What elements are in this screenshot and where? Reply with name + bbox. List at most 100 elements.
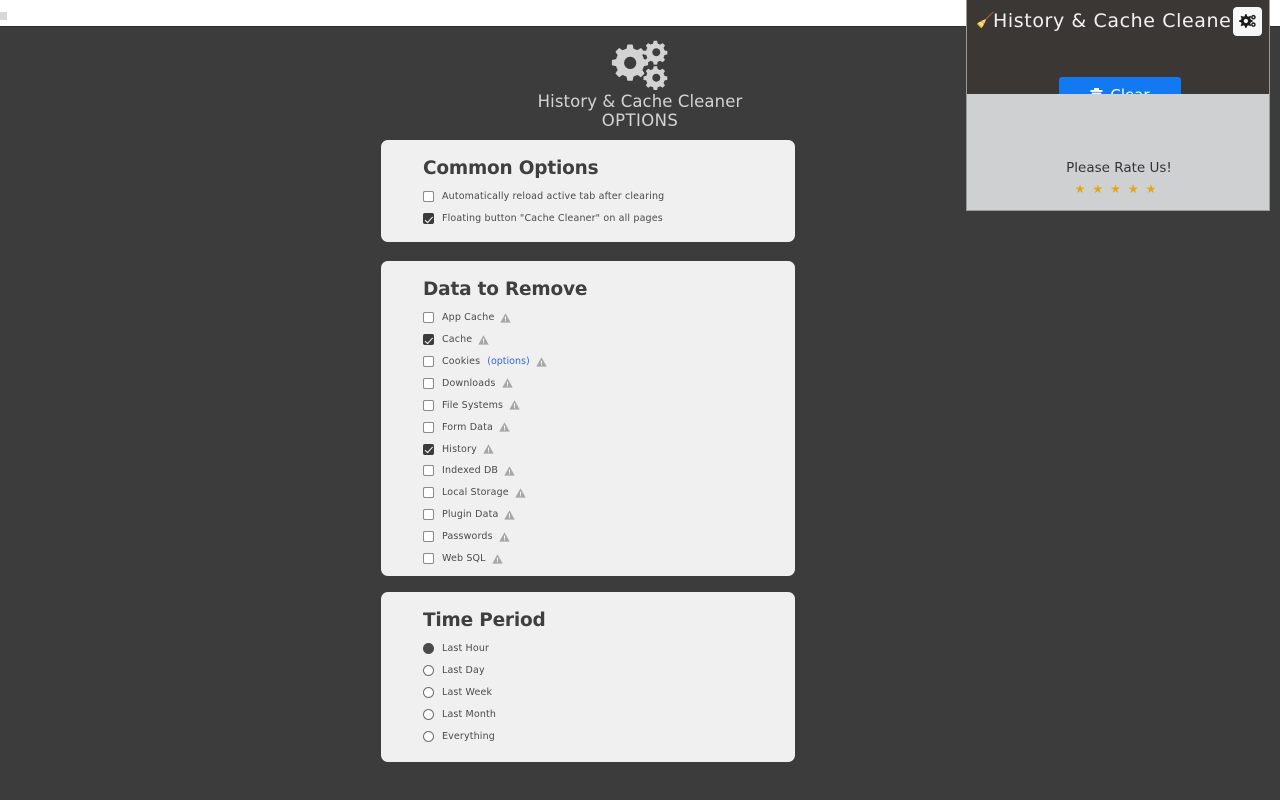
data-option-label: Cache bbox=[442, 334, 473, 346]
rate-us-text: Please Rate Us! bbox=[1066, 160, 1172, 176]
warning-icon-wrap bbox=[504, 510, 516, 520]
common-option-checkbox[interactable] bbox=[423, 191, 434, 203]
warning-icon bbox=[478, 334, 489, 345]
warning-icon-wrap bbox=[500, 313, 512, 323]
gear-settings-icon bbox=[1238, 13, 1256, 28]
warning-icon bbox=[499, 422, 510, 432]
data-option-label: Indexed DB bbox=[442, 465, 499, 477]
data-option-checkbox[interactable] bbox=[423, 399, 434, 411]
warning-icon bbox=[483, 444, 494, 454]
common-options-list: Automatically reload active tab after cl… bbox=[381, 179, 795, 227]
warning-icon bbox=[515, 488, 526, 498]
data-option-label: Downloads bbox=[442, 377, 496, 389]
data-option-checkbox[interactable] bbox=[423, 312, 434, 324]
warning-icon-wrap bbox=[501, 378, 513, 389]
data-option-checkbox[interactable] bbox=[423, 356, 434, 368]
time-period-radio[interactable] bbox=[423, 687, 434, 699]
broom-icon: 🧹 bbox=[976, 11, 995, 29]
warning-icon bbox=[504, 510, 516, 520]
common-option-label: Automatically reload active tab after cl… bbox=[442, 191, 665, 203]
time-period-label: Last Month bbox=[442, 708, 497, 720]
browser-tab-nub bbox=[0, 12, 7, 20]
popup-header: 🧹 History & Cache Cleaner bbox=[967, 0, 1269, 113]
data-option-row[interactable]: Indexed DB bbox=[381, 462, 795, 480]
time-period-row[interactable]: Last Day bbox=[381, 662, 795, 680]
data-option-checkbox[interactable] bbox=[423, 377, 434, 389]
data-option-label: History bbox=[442, 443, 477, 455]
warning-icon-wrap bbox=[491, 553, 503, 564]
data-to-remove-title: Data to Remove bbox=[423, 279, 588, 300]
extension-popup: 🧹 History & Cache Cleaner Please Rate Us… bbox=[966, 0, 1270, 211]
star-icon[interactable]: ★ bbox=[1128, 182, 1146, 196]
warning-icon bbox=[498, 531, 510, 542]
time-period-title: Time Period bbox=[423, 610, 546, 631]
data-option-label: App Cache bbox=[442, 312, 495, 324]
time-period-row[interactable]: Everything bbox=[381, 728, 795, 746]
star-icon[interactable]: ★ bbox=[1110, 182, 1128, 196]
common-option-label: Floating button "Cache Cleaner" on all p… bbox=[442, 213, 663, 225]
star-icon[interactable]: ★ bbox=[1146, 182, 1164, 196]
time-period-row[interactable]: Last Month bbox=[381, 706, 795, 724]
data-option-row[interactable]: Form Data bbox=[381, 418, 795, 436]
data-option-checkbox[interactable] bbox=[423, 487, 434, 499]
warning-icon-wrap bbox=[509, 400, 520, 410]
data-option-label: Passwords bbox=[442, 531, 493, 543]
data-to-remove-card: Data to Remove App Cache Cache Cookies (opt… bbox=[381, 261, 795, 576]
time-period-radio[interactable] bbox=[423, 708, 434, 720]
time-period-radio[interactable] bbox=[423, 665, 434, 677]
data-option-row[interactable]: Web SQL bbox=[381, 550, 795, 568]
star-icon[interactable]: ★ bbox=[1075, 182, 1093, 196]
time-period-radio[interactable] bbox=[423, 730, 434, 742]
data-option-checkbox[interactable] bbox=[423, 509, 434, 521]
data-to-remove-list: App Cache Cache Cookies (options) Downloads F… bbox=[381, 300, 795, 567]
time-period-row[interactable]: Last Week bbox=[381, 684, 795, 702]
common-options-card: Common Options Automatically reload acti… bbox=[381, 140, 795, 242]
common-option-checkbox[interactable] bbox=[423, 213, 434, 225]
time-period-row[interactable]: Last Hour bbox=[381, 640, 795, 658]
warning-icon bbox=[500, 313, 512, 323]
common-options-title: Common Options bbox=[423, 158, 599, 179]
warning-icon-wrap bbox=[478, 334, 489, 345]
popup-title: History & Cache Cleaner bbox=[993, 10, 1240, 32]
data-option-checkbox[interactable] bbox=[423, 334, 434, 346]
warning-icon bbox=[501, 378, 513, 389]
data-option-label: Plugin Data bbox=[442, 509, 499, 521]
data-option-row[interactable]: Cookies (options) bbox=[381, 353, 795, 371]
time-period-radio[interactable] bbox=[423, 643, 434, 655]
gears-icon bbox=[611, 40, 668, 90]
data-option-row[interactable]: Local Storage bbox=[381, 484, 795, 502]
time-period-list: Last Hour Last Day Last Week Last Month Ever… bbox=[381, 631, 795, 745]
data-option-row[interactable]: Passwords bbox=[381, 528, 795, 546]
warning-icon-wrap bbox=[498, 531, 510, 542]
cookies-options-link[interactable]: (options) bbox=[487, 356, 529, 367]
data-option-row[interactable]: App Cache bbox=[381, 309, 795, 327]
popup-footer: Please Rate Us! ★★★★★ bbox=[967, 94, 1269, 210]
rate-stars[interactable]: ★★★★★ bbox=[967, 182, 1269, 196]
data-option-row[interactable]: File Systems bbox=[381, 397, 795, 415]
data-option-label: Cookies bbox=[442, 356, 481, 368]
common-option-row[interactable]: Floating button "Cache Cleaner" on all p… bbox=[381, 210, 795, 228]
data-option-row[interactable]: History bbox=[381, 440, 795, 458]
data-option-checkbox[interactable] bbox=[423, 531, 434, 543]
star-icon[interactable]: ★ bbox=[1092, 182, 1110, 196]
data-option-label: Web SQL bbox=[442, 553, 486, 565]
data-option-checkbox[interactable] bbox=[423, 421, 434, 433]
common-option-row[interactable]: Automatically reload active tab after cl… bbox=[381, 188, 795, 206]
time-period-label: Last Hour bbox=[442, 643, 490, 655]
data-option-checkbox[interactable] bbox=[423, 465, 434, 477]
data-option-label: Local Storage bbox=[442, 487, 509, 499]
data-option-checkbox[interactable] bbox=[423, 553, 434, 565]
data-option-row[interactable]: Plugin Data bbox=[381, 506, 795, 524]
time-period-card: Time Period Last Hour Last Day Last Week La… bbox=[381, 592, 795, 762]
popup-settings-button[interactable] bbox=[1233, 7, 1262, 36]
data-option-checkbox[interactable] bbox=[423, 443, 434, 455]
data-option-row[interactable]: Cache bbox=[381, 331, 795, 349]
data-option-row[interactable]: Downloads bbox=[381, 375, 795, 393]
warning-icon-wrap bbox=[515, 488, 526, 498]
warning-icon-wrap bbox=[535, 356, 547, 367]
warning-icon bbox=[535, 356, 547, 367]
time-period-label: Last Day bbox=[442, 665, 485, 677]
warning-icon-wrap bbox=[483, 444, 494, 454]
data-option-label: File Systems bbox=[442, 399, 504, 411]
warning-icon bbox=[509, 400, 520, 410]
